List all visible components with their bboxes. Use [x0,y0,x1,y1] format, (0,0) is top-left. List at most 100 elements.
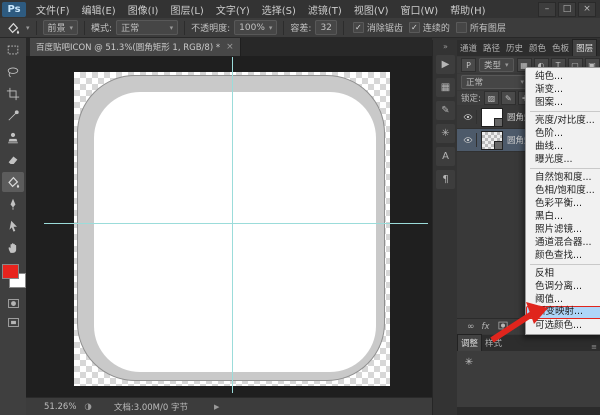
mode-dropdown[interactable]: 正常 ▾ [116,20,179,35]
collapsed-panel-icons: ▶ ▦ ✎ ✳ A ¶ [433,55,458,189]
layer-thumbnail[interactable] [481,107,503,127]
checkbox-icon[interactable]: ✓ [408,22,420,33]
menu-item-8[interactable]: 窗口(W) [394,2,444,17]
adjustment-menu-item[interactable]: 反相 [526,267,600,280]
lock-transparent-icon[interactable]: ▨ [483,91,499,105]
layer-style-badge-icon [494,117,503,127]
rectangular-marquee-tool[interactable] [2,40,24,60]
panel-tab[interactable]: 图层 [572,39,598,56]
layer-thumbnail[interactable] [481,130,503,150]
layer-visibility-eye-icon[interactable] [460,110,477,124]
fill-source-dropdown[interactable]: 前景 ▾ [42,20,79,35]
zoom-level[interactable]: 51.26% [44,402,76,412]
eyedropper-tool[interactable] [2,106,24,126]
menu-item-2[interactable]: 图像(I) [122,2,165,17]
mode-value: 正常 [121,24,140,34]
brush-panel-icon[interactable]: ✎ [436,101,455,120]
menu-item-9[interactable]: 帮助(H) [444,2,491,17]
option-checkbox-0[interactable]: ✓ 消除锯齿 [352,21,403,34]
adjustment-menu-item[interactable]: 色阶... [526,127,600,140]
checkbox-label: 消除锯齿 [366,24,403,34]
photoshop-window: Ps 文件(F) 编辑(E) 图像(I) 图层(L) 文字(Y) 选择(S) 滤镜(T) 视图… [0,0,600,415]
adjustment-menu-item[interactable]: 纯色... [526,70,600,83]
paint-bucket-tool-icon[interactable] [4,20,22,36]
adjustment-menu-item[interactable]: 渐变... [526,83,600,96]
adjustment-menu-item[interactable]: 色彩平衡... [526,197,600,210]
expand-panels-chevron-icon[interactable]: » [433,40,458,51]
blend-mode-dropdown[interactable]: 正常 ▾ [461,75,529,89]
minimize-button[interactable]: – [538,1,556,17]
character-panel-icon[interactable]: A [436,147,455,166]
clone-stamp-tool[interactable] [2,128,24,148]
maximize-button[interactable]: □ [558,1,576,17]
menu-separator [530,168,600,169]
direct-selection-tool[interactable] [2,216,24,236]
panel-tab[interactable]: 路径 [480,40,503,56]
tolerance-input[interactable]: 32 [315,20,337,35]
quick-mask-icon[interactable] [2,295,24,311]
adjustment-preset-icon[interactable]: ✳ [461,355,477,369]
menu-separator [530,264,600,265]
close-button[interactable]: × [578,1,596,17]
crop-tool[interactable] [2,84,24,104]
hand-tool[interactable] [2,238,24,258]
menu-item-7[interactable]: 视图(V) [348,2,395,17]
adjustment-menu-item[interactable]: 照片滤镜... [526,223,600,236]
filter-type-dropdown[interactable]: 类型 ▾ [479,58,514,72]
adjustment-menu-item[interactable]: 色相/饱和度... [526,184,600,197]
opacity-label: 不透明度: [191,24,231,34]
menu-item-1[interactable]: 编辑(E) [76,2,122,17]
filter-funnel-icon[interactable]: P [461,58,476,72]
pen-tool[interactable] [2,194,24,214]
status-arrow-icon[interactable]: ▶ [214,403,219,411]
menu-item-5[interactable]: 选择(S) [256,2,302,17]
foreground-color-swatch[interactable] [2,264,19,279]
red-annotation-arrow [490,302,548,343]
checkbox-icon[interactable] [455,22,467,33]
eraser-tool[interactable] [2,150,24,170]
adjustment-menu-item[interactable]: 通道混合器... [526,236,600,249]
adjustment-menu-item[interactable]: 亮度/对比度... [526,114,600,127]
menu-item-3[interactable]: 图层(L) [164,2,209,17]
status-bar: 51.26% ◑ 文档:3.00M/0 字节 ▶ [26,397,432,415]
opacity-dropdown[interactable]: 100% ▾ [234,20,278,35]
adjustment-menu-item[interactable]: 色调分离... [526,280,600,293]
rounded-rectangle-inner [94,92,376,372]
tool-preset-caret-icon[interactable]: ▾ [26,24,30,32]
adjustment-menu-item[interactable]: 自然饱和度... [526,171,600,184]
document-tab-title: 百度贴吧ICON @ 51.3%(圆角矩形 1, RGB/8) * [36,43,221,53]
screen-mode-icon[interactable] [2,314,24,330]
document-tab-strip: 百度贴吧ICON @ 51.3%(圆角矩形 1, RGB/8) * × [26,38,432,56]
panel-tab[interactable]: 颜色 [526,40,549,56]
option-checkbox-2[interactable]: 所有图层 [455,21,506,34]
bottom-panel-tab[interactable]: 调整 [457,334,483,351]
lasso-tool[interactable] [2,62,24,82]
panel-menu-icon[interactable]: ≡ [588,343,600,351]
tab-close-icon[interactable]: × [226,42,234,52]
canvas-area[interactable] [26,56,432,397]
adjustment-menu-item[interactable]: 颜色查找... [526,249,600,262]
info-panel-icon[interactable]: ▦ [436,78,455,97]
brush-presets-panel-icon[interactable]: ✳ [436,124,455,143]
adjustment-menu-item[interactable]: 黑白... [526,210,600,223]
tools-panel [0,38,27,415]
menu-item-0[interactable]: 文件(F) [30,2,76,17]
document-tab[interactable]: 百度贴吧ICON @ 51.3%(圆角矩形 1, RGB/8) * × [30,38,241,56]
vertical-guide [232,57,233,393]
lock-brush-icon[interactable]: ✎ [500,91,516,105]
adjustment-menu-item[interactable]: 曲线... [526,140,600,153]
adjustment-menu-item[interactable]: 图案... [526,96,600,109]
menu-item-4[interactable]: 文字(Y) [210,2,256,17]
panel-tab[interactable]: 通道 [457,40,480,56]
panel-tab[interactable]: 色板 [549,40,572,56]
actions-panel-icon[interactable]: ▶ [436,55,455,74]
checkbox-icon[interactable]: ✓ [352,22,364,33]
link-icon[interactable]: ∞ [467,322,475,332]
option-checkbox-1[interactable]: ✓ 连续的 [408,21,450,34]
panel-tab[interactable]: 历史 [503,40,526,56]
layer-visibility-eye-icon[interactable] [460,133,477,147]
paint-bucket-tool[interactable] [2,172,24,192]
adjustment-menu-item[interactable]: 曝光度... [526,153,600,166]
menu-item-6[interactable]: 滤镜(T) [302,2,348,17]
paragraph-panel-icon[interactable]: ¶ [436,170,455,189]
